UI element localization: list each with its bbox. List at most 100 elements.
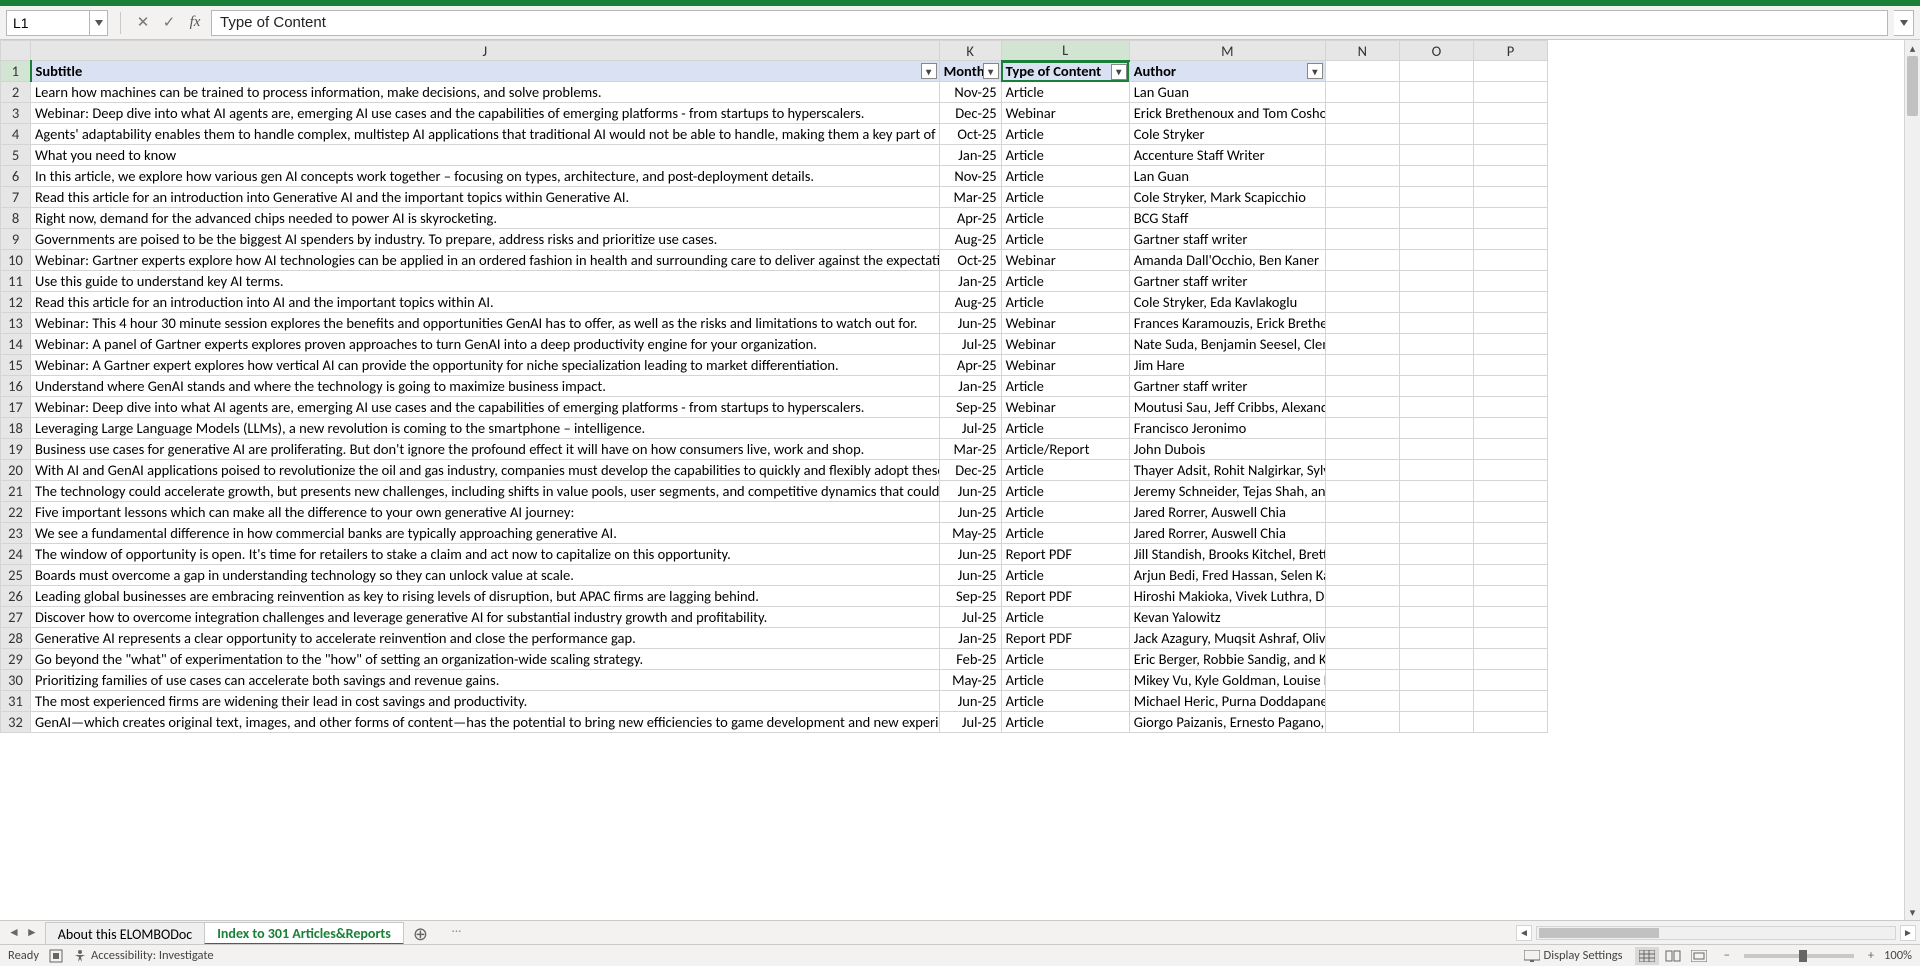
cell[interactable] [1325,334,1399,355]
cell[interactable] [1325,502,1399,523]
cell[interactable] [1399,187,1473,208]
cell[interactable]: Webinar [1001,250,1129,271]
table-row[interactable]: 3Webinar: Deep dive into what AI agents … [1,103,1548,124]
table-row[interactable]: 21The technology could accelerate growth… [1,481,1548,502]
cell[interactable]: Jan-25 [939,271,1001,292]
cell[interactable] [1473,313,1547,334]
cell[interactable]: Jun-25 [939,481,1001,502]
cell[interactable] [1399,103,1473,124]
cell[interactable] [1399,145,1473,166]
cell[interactable]: Jun-25 [939,502,1001,523]
cell[interactable]: Report PDF [1001,628,1129,649]
table-row[interactable]: 19Business use cases for generative AI a… [1,439,1548,460]
row-header[interactable]: 15 [1,355,31,376]
table-row[interactable]: 29Go beyond the "what" of experimentatio… [1,649,1548,670]
cell[interactable]: Governments are poised to be the biggest… [31,229,940,250]
col-header-N[interactable]: N [1325,41,1399,61]
cell[interactable] [1325,292,1399,313]
row-header[interactable]: 26 [1,586,31,607]
row-header[interactable]: 29 [1,649,31,670]
cell[interactable]: Webinar: Deep dive into what AI agents a… [31,103,940,124]
cell[interactable] [1325,208,1399,229]
cell[interactable]: BCG Staff [1129,208,1325,229]
cell[interactable]: Jill Standish, Brooks Kitchel, Brett Lea… [1129,544,1325,565]
cell[interactable]: Article/Report [1001,439,1129,460]
cell[interactable]: Sep-25 [939,397,1001,418]
cell[interactable]: Jan-25 [939,628,1001,649]
hscroll-thumb[interactable] [1539,928,1659,938]
cell[interactable]: Article [1001,670,1129,691]
cell[interactable]: Arjun Bedi, Fred Hassan, Selen Karaca-Gr… [1129,565,1325,586]
row-header[interactable]: 22 [1,502,31,523]
cell[interactable] [1325,166,1399,187]
tab-nav-prev-icon[interactable]: ◄ [8,925,20,940]
cell[interactable]: Article [1001,376,1129,397]
cell[interactable]: Sep-25 [939,586,1001,607]
sheet-tab-index[interactable]: Index to 301 Articles&Reports [204,922,404,945]
row-header[interactable]: 6 [1,166,31,187]
tabs-overflow[interactable]: … [438,921,475,944]
row-header[interactable]: 14 [1,334,31,355]
cell[interactable]: Generative AI represents a clear opportu… [31,628,940,649]
cell[interactable] [1399,271,1473,292]
table-row[interactable]: 31The most experienced firms are widenin… [1,691,1548,712]
cell[interactable]: Article [1001,292,1129,313]
cell[interactable]: We see a fundamental difference in how c… [31,523,940,544]
table-row[interactable]: 17Webinar: Deep dive into what AI agents… [1,397,1548,418]
cell[interactable]: Gartner staff writer [1129,271,1325,292]
cell[interactable]: Webinar [1001,313,1129,334]
cell[interactable]: Jeremy Schneider, Tejas Shah, and Joshan… [1129,481,1325,502]
row-header[interactable]: 20 [1,460,31,481]
table-row[interactable]: 7Read this article for an introduction i… [1,187,1548,208]
cell[interactable] [1325,460,1399,481]
cell[interactable] [1473,418,1547,439]
table-row[interactable]: 24The window of opportunity is open. It'… [1,544,1548,565]
scroll-down-icon[interactable]: ▾ [1905,904,1920,920]
cell[interactable]: Jared Rorrer, Auswell Chia [1129,523,1325,544]
row-header[interactable]: 7 [1,187,31,208]
cell[interactable]: Webinar [1001,355,1129,376]
cell[interactable] [1399,544,1473,565]
cell[interactable] [1325,397,1399,418]
cell[interactable]: Accenture Staff Writer [1129,145,1325,166]
cell[interactable] [1325,376,1399,397]
cell[interactable]: Gartner staff writer [1129,229,1325,250]
cell[interactable]: Dec-25 [939,460,1001,481]
column-header-row[interactable]: J K L M N O P [1,41,1548,61]
cell[interactable] [1325,103,1399,124]
cell[interactable]: Eric Berger, Robbie Sandig, and KC Georg… [1129,649,1325,670]
cell[interactable]: Jan-25 [939,145,1001,166]
cell[interactable]: Oct-25 [939,250,1001,271]
row-header[interactable]: 18 [1,418,31,439]
cancel-icon[interactable]: ✕ [133,10,153,36]
zoom-level[interactable]: 100% [1884,948,1912,963]
cell[interactable]: GenAI—which creates original text, image… [31,712,940,733]
cell[interactable]: Go beyond the "what" of experimentation … [31,649,940,670]
cell[interactable] [1399,481,1473,502]
cell[interactable] [1325,481,1399,502]
row-header[interactable]: 23 [1,523,31,544]
table-row[interactable]: 26Leading global businesses are embracin… [1,586,1548,607]
expand-formula-bar[interactable] [1894,10,1914,36]
cell[interactable] [1325,544,1399,565]
cell[interactable]: Report PDF [1001,586,1129,607]
cell[interactable]: Francisco Jeronimo [1129,418,1325,439]
cell[interactable]: Hiroshi Makioka, Vivek Luthra, Dr. Seren… [1129,586,1325,607]
row-header[interactable]: 11 [1,271,31,292]
cell[interactable]: Article [1001,166,1129,187]
row-header[interactable]: 21 [1,481,31,502]
cell[interactable]: Jun-25 [939,565,1001,586]
row-header[interactable]: 3 [1,103,31,124]
hscroll-left-icon[interactable]: ◄ [1516,925,1532,941]
table-row[interactable]: 8Right now, demand for the advanced chip… [1,208,1548,229]
cell[interactable] [1399,313,1473,334]
cell[interactable]: Prioritizing families of use cases can a… [31,670,940,691]
select-all-corner[interactable] [1,41,31,61]
cell[interactable] [1473,355,1547,376]
cell[interactable] [1473,250,1547,271]
cell[interactable] [1473,460,1547,481]
cell[interactable] [1473,649,1547,670]
macro-record-icon[interactable] [49,949,63,963]
display-settings-icon[interactable] [1524,950,1540,962]
cell[interactable]: Leveraging Large Language Models (LLMs),… [31,418,940,439]
